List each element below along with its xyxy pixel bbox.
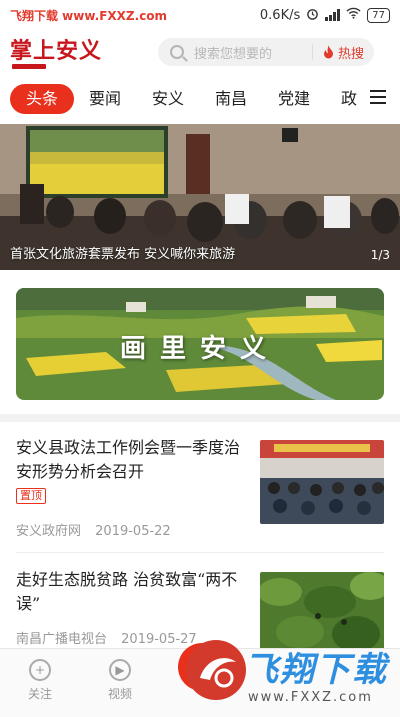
search-input[interactable]: 搜索您想要的 热搜 [158,38,374,66]
promo-banner[interactable]: 画里安义 [16,288,384,400]
row-divider [16,552,384,553]
news-title: 走好生态脱贫路 治贫致富“两不误” [16,570,238,613]
news-item[interactable]: 走好生态脱贫路 治贫致富“两不误” 南昌广播电视台 2019-05-27 [16,568,384,656]
banner-page-indicator: 1/3 [370,248,390,262]
network-speed: 0.6K/s [259,7,301,23]
app-logo: 掌上安义 [10,38,103,69]
tab-headlines[interactable]: 头条 [10,84,75,114]
banner-caption: 首张文化旅游套票发布 安义喊你来旅游 [10,247,236,262]
logo-text: 掌上安义 [10,38,103,64]
news-date: 2019-05-22 [95,524,171,539]
alarm-icon [306,7,319,24]
channel-menu-icon[interactable] [370,90,386,104]
section-divider [0,414,400,422]
signal-icon [325,9,341,21]
tab-party[interactable]: 党建 [278,88,310,110]
channel-tabs: 头条 要闻 安义 南昌 党建 政 [0,80,400,120]
search-placeholder: 搜索您想要的 [194,46,273,62]
nav-follow[interactable]: + 关注 [15,659,65,702]
banner-carousel[interactable]: 首张文化旅游套票发布 安义喊你来旅游 1/3 [0,124,400,270]
hot-search-button[interactable]: 热搜 [311,44,364,62]
nav-video-label: 视频 [107,687,132,701]
tab-news[interactable]: 要闻 [89,88,121,110]
watermark-url: www.FXXZ.com [248,690,373,705]
watermark-logo [186,640,246,700]
nav-video[interactable]: ▶ 视频 [95,659,145,702]
tab-politics[interactable]: 政 [341,88,357,110]
app-header: 掌上安义 搜索您想要的 热搜 [0,30,400,72]
search-icon [170,45,184,59]
tab-nanchang[interactable]: 南昌 [215,88,247,110]
wifi-icon [346,7,361,23]
watermark-text: 飞翔下载 www.FXXZ.com [10,8,168,23]
hot-search-label: 热搜 [337,46,364,62]
promo-title: 画里安义 [119,334,280,364]
status-bar: 飞翔下载 www.FXXZ.com 0.6K/s 77 [0,0,400,30]
status-indicators: 0.6K/s 77 [260,7,390,24]
video-icon: ▶ [109,659,131,681]
news-source: 南昌广播电视台 [16,632,108,647]
nav-follow-label: 关注 [27,687,52,701]
battery-icon: 77 [367,7,390,23]
tab-anyi[interactable]: 安义 [152,88,184,110]
news-thumbnail [260,440,384,524]
watermark-title: 飞翔下载 [244,650,388,690]
follow-icon: + [29,659,51,681]
watermark-overlay: 飞翔下载 www.FXXZ.com [186,640,396,714]
news-item[interactable]: 安义县政法工作例会暨一季度治安形势分析会召开 置顶 安义政府网 2019-05-… [16,436,384,544]
news-meta: 安义政府网 2019-05-22 [16,520,171,539]
pinned-badge: 置顶 [16,488,46,504]
news-meta: 南昌广播电视台 2019-05-27 [16,628,197,647]
news-title: 安义县政法工作例会暨一季度治安形势分析会召开 [16,438,241,481]
logo-underline [12,64,46,69]
flame-icon [323,45,333,59]
news-source: 安义政府网 [16,524,82,539]
